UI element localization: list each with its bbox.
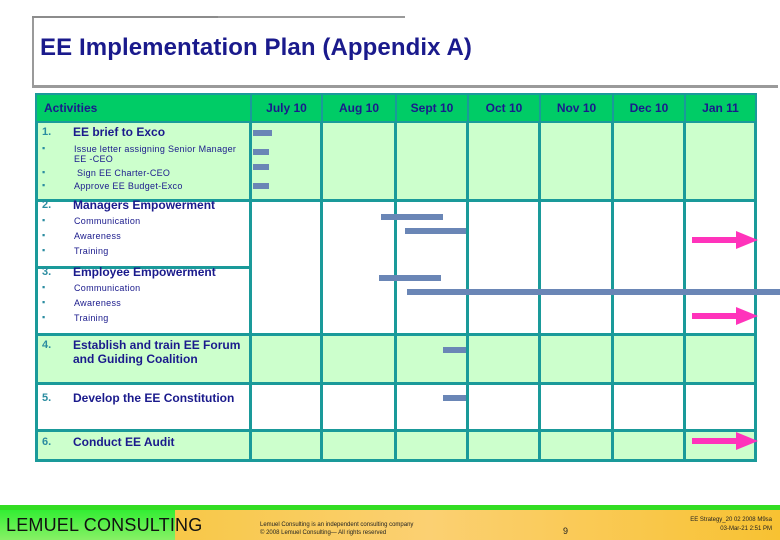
subitem: Communication xyxy=(74,216,141,226)
grid-line xyxy=(35,333,757,336)
bullet-icon: ▪ xyxy=(42,167,46,177)
header-month-sep: Sept 10 xyxy=(395,93,469,123)
bullet-icon: ▪ xyxy=(42,143,46,153)
footer-copyright: © 2008 Lemuel Consulting— All rights res… xyxy=(260,530,387,536)
subitem: Awareness xyxy=(74,231,122,241)
activity-title: Employee Empowerment xyxy=(73,265,216,279)
grid-line xyxy=(35,382,757,385)
activity-title: Managers Empowerment xyxy=(73,198,216,212)
header-month-oct: Oct 10 xyxy=(467,93,541,123)
slide-number: 9 xyxy=(563,526,569,536)
header-activities: Activities xyxy=(35,93,252,123)
arrow-employee-training xyxy=(692,307,758,325)
slide-title: EE Implementation Plan (Appendix A) xyxy=(40,34,472,61)
header-month-jan: Jan 11 xyxy=(684,93,757,123)
gantt-bar-establish-forum xyxy=(443,347,466,353)
bullet-icon: ▪ xyxy=(42,245,46,255)
gantt-bar-develop-constitution xyxy=(443,395,466,401)
header-month-jul: July 10 xyxy=(250,93,323,123)
subitem: Communication xyxy=(74,283,141,293)
grid-line xyxy=(249,121,252,462)
footer-file-info: EE Strategy_20 02 2008 M9sa xyxy=(690,517,772,523)
grid-line xyxy=(35,121,38,462)
bullet-icon: ▪ xyxy=(42,312,46,322)
subitem: Training xyxy=(74,246,109,256)
activity-title: Establish and train EE Forum and Guiding… xyxy=(73,338,241,366)
brand-logo-text: LEMUEL CONSULTING xyxy=(6,515,203,535)
grid-line xyxy=(35,429,757,432)
activity-title: EE brief to Exco xyxy=(73,125,166,139)
row-number: 2. xyxy=(42,199,52,211)
bullet-icon: ▪ xyxy=(42,297,46,307)
activity-title: Conduct EE Audit xyxy=(73,435,175,449)
footer-date-info: 03-Mar-21 2:51 PM xyxy=(720,526,772,532)
gantt-bar-issue-letter xyxy=(253,149,269,155)
subitem: Issue letter assigning Senior Manager EE… xyxy=(74,144,237,164)
row-number: 1. xyxy=(42,126,52,138)
grid-line xyxy=(394,121,397,462)
activity-title: Develop the EE Constitution xyxy=(73,391,235,405)
gantt-bar-employee-awareness xyxy=(407,289,780,295)
row-number: 6. xyxy=(42,436,52,448)
gantt-bar-approve-budget xyxy=(253,183,269,189)
gantt-bar-sign-charter xyxy=(253,164,269,170)
gantt-bar-managers-communication xyxy=(381,214,443,220)
bullet-icon: ▪ xyxy=(42,282,46,292)
bullet-icon: ▪ xyxy=(42,230,46,240)
gantt-bar-managers-awareness xyxy=(405,228,466,234)
row-number: 4. xyxy=(42,339,52,351)
row-number: 3. xyxy=(42,266,52,278)
gantt-bar-employee-communication xyxy=(379,275,441,281)
header-month-dec: Dec 10 xyxy=(612,93,686,123)
arrow-conduct-audit xyxy=(692,432,758,450)
gantt-bar-brief-exco xyxy=(253,130,272,136)
grid-line xyxy=(35,459,757,462)
title-divider xyxy=(32,85,778,88)
bullet-icon: ▪ xyxy=(42,215,46,225)
title-frame-accent xyxy=(32,16,218,18)
header-month-aug: Aug 10 xyxy=(321,93,397,123)
subitem: Approve EE Budget-Exco xyxy=(74,181,183,191)
bullet-icon: ▪ xyxy=(42,180,46,190)
footer-tagline: Lemuel Consulting is an independent cons… xyxy=(260,522,414,528)
header-month-nov: Nov 10 xyxy=(539,93,614,123)
arrow-managers-training xyxy=(692,231,758,249)
grid-line xyxy=(320,121,323,462)
subitem: Awareness xyxy=(74,298,122,308)
row-number: 5. xyxy=(42,392,52,404)
subitem: Training xyxy=(74,313,109,323)
subitem: Sign EE Charter-CEO xyxy=(77,168,171,178)
